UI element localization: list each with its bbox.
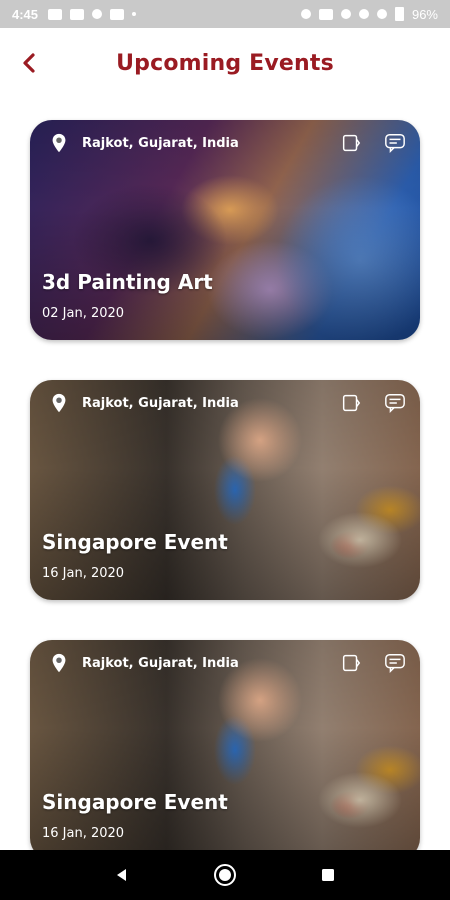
nav-home-button[interactable] — [210, 860, 240, 890]
location-pin-icon — [52, 393, 66, 413]
link-icon — [70, 8, 85, 20]
event-actions — [340, 392, 406, 414]
event-location-text: Rajkot, Gujarat, India — [82, 135, 239, 151]
nav-recents-button[interactable] — [313, 860, 343, 890]
chat-icon[interactable] — [384, 652, 406, 674]
event-name: Singapore Event — [42, 530, 228, 554]
event-location-text: Rajkot, Gujarat, India — [82, 395, 239, 411]
location-pin-icon — [52, 133, 66, 153]
back-button[interactable] — [14, 48, 44, 78]
status-left-icons — [48, 8, 137, 20]
battery-percent: 96% — [411, 6, 438, 22]
more-dot-icon — [132, 12, 137, 16]
nfc-icon — [318, 8, 333, 20]
event-actions — [340, 652, 406, 674]
back-arrow-icon — [23, 53, 35, 73]
status-bar: 4:45 96% — [0, 0, 450, 28]
event-actions — [340, 132, 406, 154]
location-pin-icon — [52, 653, 66, 673]
page-title: Upcoming Events — [116, 50, 334, 76]
event-name: Singapore Event — [42, 790, 228, 814]
signal-icon — [376, 9, 387, 19]
chat-icon[interactable] — [384, 392, 406, 414]
ticket-icon[interactable] — [340, 392, 362, 414]
event-date: 16 Jan, 2020 — [42, 566, 125, 581]
youtube-icon — [48, 8, 63, 20]
event-date: 02 Jan, 2020 — [42, 306, 125, 321]
g-icon — [92, 9, 103, 19]
bluetooth-icon — [300, 9, 311, 19]
ticket-icon[interactable] — [340, 652, 362, 674]
status-time: 4:45 — [12, 6, 39, 22]
status-right-icons: 96% — [300, 6, 438, 22]
event-card[interactable]: Rajkot, Gujarat, India 3d Painting Art 0… — [30, 120, 420, 340]
event-name: 3d Painting Art — [42, 270, 213, 294]
event-list: Rajkot, Gujarat, India 3d Painting Art 0… — [30, 120, 420, 900]
event-location: Rajkot, Gujarat, India — [48, 652, 239, 674]
system-nav-bar — [0, 850, 450, 900]
event-location: Rajkot, Gujarat, India — [48, 392, 239, 414]
event-location-text: Rajkot, Gujarat, India — [82, 655, 239, 671]
nav-home-icon — [213, 864, 236, 886]
event-card[interactable]: Rajkot, Gujarat, India Singapore Event 1… — [30, 380, 420, 600]
battery-icon — [394, 7, 404, 21]
nav-recents-icon — [322, 869, 335, 881]
chat-icon[interactable] — [384, 132, 406, 154]
app-header: Upcoming Events — [0, 28, 450, 98]
event-location: Rajkot, Gujarat, India — [48, 132, 239, 154]
event-card[interactable]: Rajkot, Gujarat, India Singapore Event 1… — [30, 640, 420, 860]
wifi-icon — [358, 9, 369, 19]
nav-back-icon — [116, 869, 126, 881]
nav-back-button[interactable] — [107, 860, 137, 890]
ticket-icon[interactable] — [340, 132, 362, 154]
vibrate-icon — [340, 9, 351, 19]
notification-icon — [110, 8, 125, 20]
event-date: 16 Jan, 2020 — [42, 826, 125, 841]
